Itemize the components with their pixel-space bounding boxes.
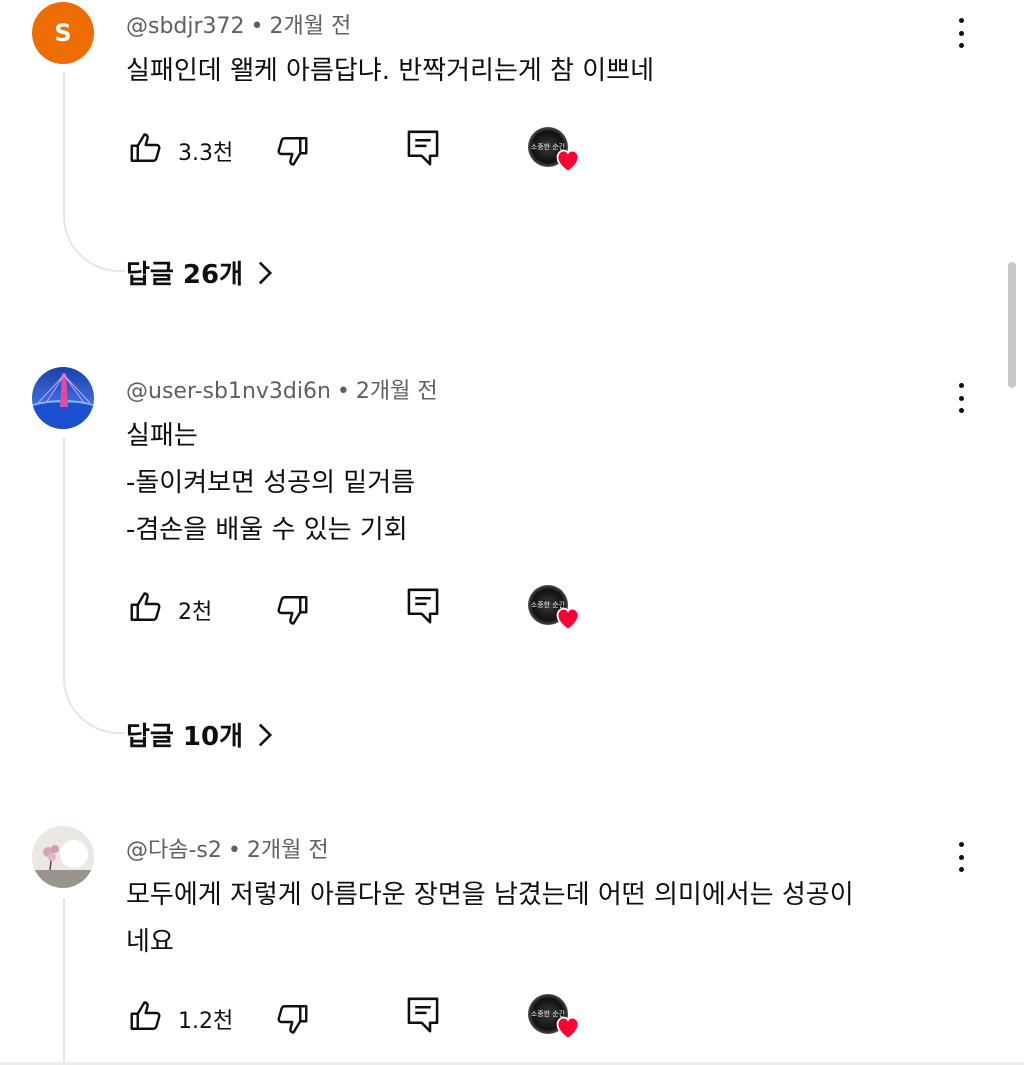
comment-text-line: 네요 <box>126 927 174 957</box>
thumbs-up-icon <box>130 1001 161 1030</box>
avatar-letter: S <box>54 19 72 47</box>
reply-thread-line <box>63 438 125 734</box>
creator-heart: 소중한 순간 <box>528 127 584 175</box>
reply-thread-line <box>63 898 125 1064</box>
like-count: 1.2천 <box>178 1009 234 1034</box>
comment-author[interactable]: @sbdjr372 <box>126 14 245 39</box>
thumbs-down-icon <box>277 596 308 625</box>
avatar[interactable]: S <box>32 2 94 64</box>
thumbs-down-icon <box>277 137 308 166</box>
dislike-button[interactable] <box>274 1001 310 1041</box>
heart-icon <box>556 149 580 173</box>
comment-author[interactable]: @user-sb1nv3di6n <box>126 379 331 404</box>
comment-icon <box>407 588 439 624</box>
comment-text: 실패인데 왤케 아름답냐. 반짝거리는게 참 이쁘네 <box>126 56 654 86</box>
heart-icon <box>556 1016 580 1040</box>
bridge-photo <box>32 373 94 429</box>
comment-text-line: -겸손을 배울 수 있는 기회 <box>126 515 408 545</box>
reply-button[interactable] <box>406 129 440 171</box>
creator-heart: 소중한 순간 <box>528 994 584 1042</box>
separator-dot: • <box>227 838 241 863</box>
comment-text-line: 실패는 <box>126 421 198 451</box>
like-button[interactable] <box>128 589 164 629</box>
comment-time[interactable]: 2개월 전 <box>356 379 438 404</box>
view-replies-button[interactable]: 답글 10개 <box>126 716 273 753</box>
more-options-button[interactable] <box>950 381 972 415</box>
chevron-right-icon <box>258 723 273 746</box>
chevron-right-icon <box>258 261 273 284</box>
comment-time[interactable]: 2개월 전 <box>247 838 329 863</box>
thumbs-up-icon <box>130 592 161 621</box>
thumbs-down-icon <box>277 1005 308 1034</box>
comment-text-line: 모두에게 저렇게 아름다운 장면을 남겼는데 어떤 의미에서는 성공이 <box>126 880 854 910</box>
view-replies-button[interactable]: 답글 26개 <box>126 254 273 291</box>
thumbs-up-icon <box>130 133 161 162</box>
comment-icon <box>407 997 439 1033</box>
avatar[interactable] <box>32 367 94 429</box>
like-count: 2천 <box>178 600 213 625</box>
comment-text-line: -돌이켜보면 성공의 밑거름 <box>126 468 416 498</box>
replies-label: 답글 10개 <box>126 722 243 752</box>
separator-dot: • <box>336 379 350 404</box>
interior-photo <box>32 826 94 888</box>
replies-label: 답글 26개 <box>126 260 243 290</box>
comment-header: @다솜-s2 • 2개월 전 <box>126 832 329 864</box>
reply-button[interactable] <box>406 996 440 1038</box>
dislike-button[interactable] <box>274 592 310 632</box>
comment-icon <box>407 130 439 166</box>
scrollbar-thumb[interactable] <box>1008 262 1016 388</box>
more-options-button[interactable] <box>950 16 972 50</box>
like-button[interactable] <box>128 130 164 170</box>
dislike-button[interactable] <box>274 133 310 173</box>
separator-dot: • <box>250 14 264 39</box>
comment-time[interactable]: 2개월 전 <box>270 14 352 39</box>
reply-button[interactable] <box>406 587 440 629</box>
like-count: 3.3천 <box>178 141 234 166</box>
more-options-button[interactable] <box>950 840 972 874</box>
like-button[interactable] <box>128 998 164 1038</box>
comment-author[interactable]: @다솜-s2 <box>126 838 222 863</box>
comment-header: @sbdjr372 • 2개월 전 <box>126 8 351 40</box>
comment-header: @user-sb1nv3di6n • 2개월 전 <box>126 373 438 405</box>
heart-icon <box>556 607 580 631</box>
avatar[interactable] <box>32 826 94 888</box>
reply-thread-line <box>63 72 125 272</box>
creator-heart: 소중한 순간 <box>528 585 584 633</box>
